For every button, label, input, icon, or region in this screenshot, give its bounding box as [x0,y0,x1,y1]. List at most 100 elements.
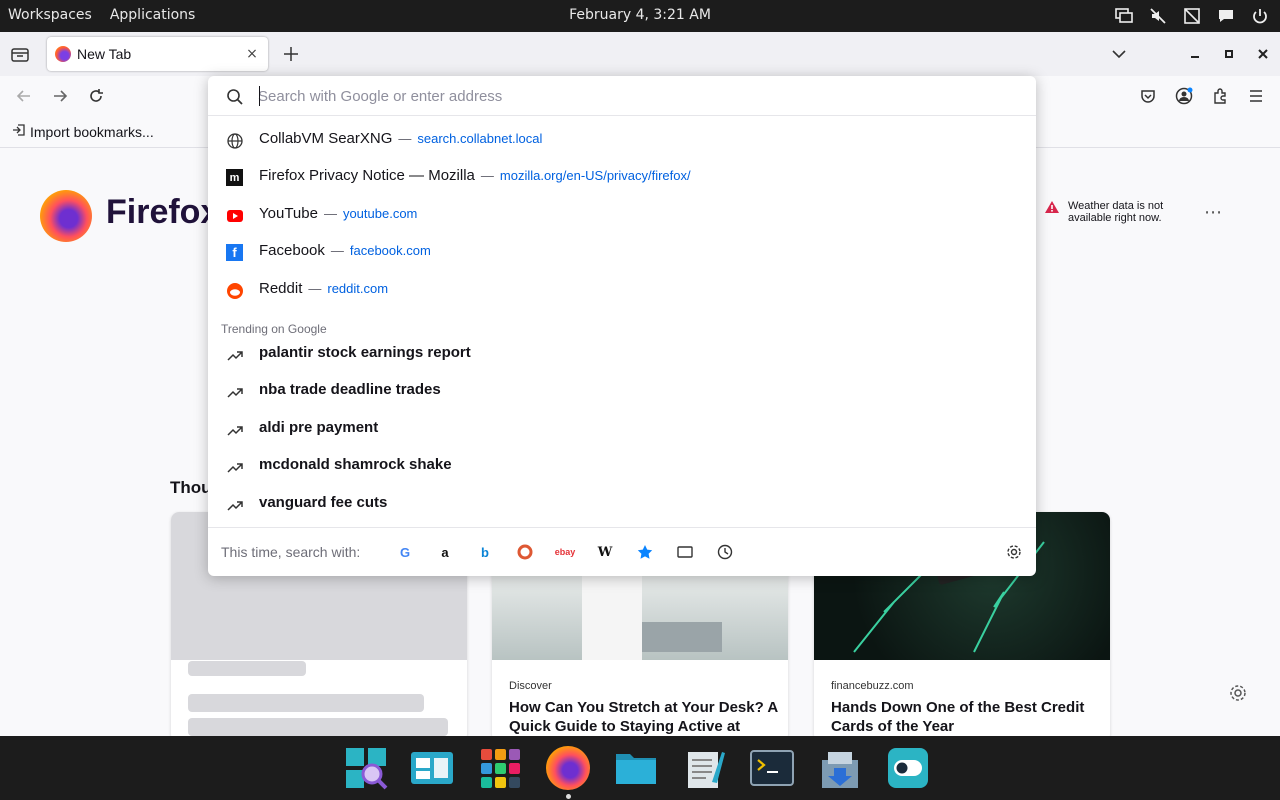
text-editor-icon[interactable] [682,746,726,790]
weather-more-icon[interactable]: ⋯ [1204,202,1222,223]
suggestion-url: mozilla.org/en-US/privacy/firefox/ [499,168,691,183]
trending-icon [226,458,243,475]
tabs-icon[interactable] [676,543,694,561]
suggestion-title: Facebook [259,242,325,259]
urlbar-dropdown: CollabVM SearXNG—search.collabnet.local … [208,76,1036,576]
story-source: financebuzz.com [831,680,914,692]
import-icon [12,123,26,140]
close-tab-icon[interactable]: × [244,46,260,62]
forward-icon[interactable] [48,84,72,108]
weather-message: Weather data is not available right now. [1068,200,1164,224]
facebook-icon: f [226,244,243,261]
tab-strip: New Tab × [0,32,1280,76]
address-input[interactable] [258,84,1018,108]
duckduckgo-icon[interactable] [516,543,534,561]
suggestion-title: Reddit [259,280,303,297]
placeholder-line [188,718,448,736]
history-icon[interactable] [716,543,734,561]
suggestion-row[interactable]: Reddit — reddit.com [208,272,1036,308]
suggestion-url: reddit.com [327,281,389,296]
trending-row[interactable]: aldi pre payment [208,411,1036,447]
running-indicator [566,794,571,799]
trending-icon [226,496,243,513]
firefox-icon[interactable] [546,746,590,790]
tab-list-icon[interactable] [8,42,32,66]
trending-row[interactable]: palantir stock earnings report [208,336,1036,372]
chat-icon[interactable] [1216,6,1236,26]
suggestion-url: search.collabnet.local [417,131,543,146]
placeholder-line [188,694,424,712]
trending-query: mcdonald shamrock shake [259,456,452,473]
trending-icon [226,383,243,400]
trending-row[interactable]: nba trade deadline trades [208,373,1036,409]
display-icon[interactable] [1114,6,1134,26]
maximize-icon[interactable] [1212,40,1246,68]
suggestion-row[interactable]: f Facebook — facebook.com [208,234,1036,270]
amazon-icon[interactable]: a [436,543,454,561]
trending-icon [226,346,243,363]
list-all-tabs-icon[interactable] [1102,40,1136,68]
clock[interactable]: February 4, 3:21 AM [0,7,1280,23]
power-icon[interactable] [1250,6,1270,26]
firefox-wordmark: Firefox [106,193,220,231]
account-icon[interactable] [1172,84,1196,108]
placeholder-line [188,661,306,676]
suggestion-title: CollabVM SearXNG [259,130,393,147]
trending-query: vanguard fee cuts [259,494,388,511]
search-shortcuts: This time, search with: G a b ebay W [208,527,1036,576]
search-app-icon[interactable] [344,746,388,790]
back-icon[interactable] [12,84,36,108]
story-title[interactable]: Hands Down One of the Best Credit Cards … [831,698,1101,736]
app-menu-icon[interactable] [1244,84,1268,108]
installer-icon[interactable] [818,746,862,790]
trending-row[interactable]: mcdonald shamrock shake [208,448,1036,484]
search-settings-gear-icon[interactable] [1005,543,1023,561]
globe-icon [226,132,243,149]
urlbar [208,76,1036,116]
workspace-app-icon[interactable] [410,746,454,790]
extensions-icon[interactable] [1208,84,1232,108]
bookmarks-icon[interactable] [636,543,654,561]
close-window-icon[interactable] [1246,40,1280,68]
suggestion-title: Firefox Privacy Notice — Mozilla [259,167,475,184]
suggestion-url: facebook.com [349,243,431,258]
youtube-icon [226,207,243,224]
reddit-icon [226,282,243,299]
files-icon[interactable] [614,746,658,790]
suggestion-row[interactable]: CollabVM SearXNG — search.collabnet.local [208,122,1036,158]
new-tab-button[interactable] [279,42,303,66]
suggestion-row[interactable]: YouTube — youtube.com [208,197,1036,233]
tab-new-tab[interactable]: New Tab × [47,37,268,71]
app-grid-icon[interactable] [478,746,522,790]
tab-title: New Tab [77,46,132,62]
wikipedia-icon[interactable]: W [596,543,614,561]
network-off-icon[interactable] [1182,6,1202,26]
customize-gear-icon[interactable] [1229,684,1249,704]
terminal-icon[interactable] [750,746,794,790]
warning-icon [1044,200,1060,224]
text-caret [259,86,260,106]
mute-icon[interactable] [1148,6,1168,26]
firefox-favicon-icon [55,46,71,62]
trending-query: aldi pre payment [259,419,379,436]
trending-query: palantir stock earnings report [259,344,471,361]
search-icon [227,89,243,105]
story-source: Discover [509,680,552,692]
system-top-bar: Workspaces Applications February 4, 3:21… [0,0,1280,32]
reload-icon[interactable] [84,84,108,108]
google-icon[interactable]: G [396,543,414,561]
pocket-icon[interactable] [1136,84,1160,108]
import-bookmarks-button[interactable]: Import bookmarks... [12,123,154,140]
bing-icon[interactable]: b [476,543,494,561]
settings-toggle-icon[interactable] [886,746,930,790]
minimize-icon[interactable] [1178,40,1212,68]
import-bookmarks-label: Import bookmarks... [30,123,154,140]
stories-section-title: Thou [170,478,212,497]
trending-icon [226,421,243,438]
search-with-label: This time, search with: [221,544,361,560]
suggestion-row[interactable]: m Firefox Privacy Notice — Mozilla — mozil… [208,159,1036,195]
weather-widget[interactable]: Weather data is not available right now. [1044,200,1184,224]
suggestion-url: youtube.com [342,206,418,221]
ebay-icon[interactable]: ebay [555,543,576,561]
trending-row[interactable]: vanguard fee cuts [208,486,1036,522]
